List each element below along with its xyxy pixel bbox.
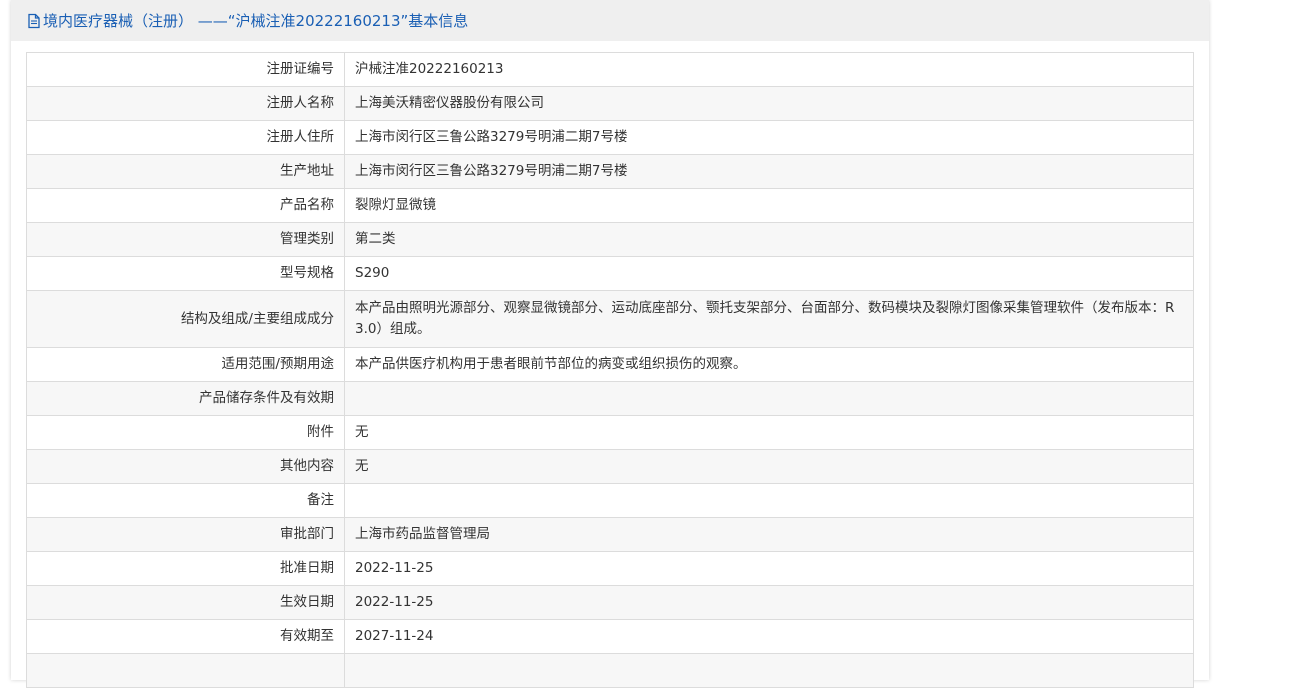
- info-table: 注册证编号 沪械注准20222160213 注册人名称 上海美沃精密仪器股份有限…: [26, 52, 1194, 688]
- table-row: 批准日期 2022-11-25: [26, 551, 1194, 586]
- table-row: [26, 653, 1194, 688]
- row-label: 产品储存条件及有效期: [26, 381, 345, 416]
- row-label: 产品名称: [26, 188, 345, 223]
- row-label: 生产地址: [26, 154, 345, 189]
- table-row: 生产地址 上海市闵行区三鲁公路3279号明浦二期7号楼: [26, 154, 1194, 189]
- panel-header: 境内医疗器械（注册） ——“沪械注准20222160213”基本信息: [11, 0, 1209, 41]
- row-value: 第二类: [344, 222, 1194, 257]
- row-label: 注册人住所: [26, 120, 345, 155]
- row-value: 上海美沃精密仪器股份有限公司: [344, 86, 1194, 121]
- row-label: 有效期至: [26, 619, 345, 654]
- row-value: 沪械注准20222160213: [344, 52, 1194, 87]
- row-value: 裂隙灯显微镜: [344, 188, 1194, 223]
- info-panel: 境内医疗器械（注册） ——“沪械注准20222160213”基本信息 注册证编号…: [11, 0, 1209, 688]
- row-value: [344, 653, 1194, 688]
- row-value: S290: [344, 256, 1194, 291]
- row-label: 备注: [26, 483, 345, 518]
- table-row: 注册人名称 上海美沃精密仪器股份有限公司: [26, 86, 1194, 121]
- row-label: 审批部门: [26, 517, 345, 552]
- row-value: 2022-11-25: [344, 551, 1194, 586]
- row-label: 适用范围/预期用途: [26, 347, 345, 382]
- table-row: 产品储存条件及有效期: [26, 381, 1194, 416]
- table-row: 管理类别 第二类: [26, 222, 1194, 257]
- row-label: 批准日期: [26, 551, 345, 586]
- row-label: 生效日期: [26, 585, 345, 620]
- row-value: 无: [344, 415, 1194, 450]
- row-label: 附件: [26, 415, 345, 450]
- table-row: 其他内容 无: [26, 449, 1194, 484]
- document-icon: [27, 13, 41, 29]
- row-value: 上海市闵行区三鲁公路3279号明浦二期7号楼: [344, 154, 1194, 189]
- table-row: 审批部门 上海市药品监督管理局: [26, 517, 1194, 552]
- row-label: [26, 653, 345, 688]
- table-row: 注册证编号 沪械注准20222160213: [26, 52, 1194, 87]
- row-value: 无: [344, 449, 1194, 484]
- table-row: 附件 无: [26, 415, 1194, 450]
- row-value: 上海市闵行区三鲁公路3279号明浦二期7号楼: [344, 120, 1194, 155]
- row-label: 注册人名称: [26, 86, 345, 121]
- table-row: 注册人住所 上海市闵行区三鲁公路3279号明浦二期7号楼: [26, 120, 1194, 155]
- page-title: 境内医疗器械（注册） ——“沪械注准20222160213”基本信息: [43, 12, 469, 30]
- row-label: 注册证编号: [26, 52, 345, 87]
- row-value: [344, 381, 1194, 416]
- row-label: 结构及组成/主要组成成分: [26, 290, 345, 348]
- row-label: 其他内容: [26, 449, 345, 484]
- table-row: 结构及组成/主要组成成分 本产品由照明光源部分、观察显微镜部分、运动底座部分、颚…: [26, 290, 1194, 348]
- row-value: [344, 483, 1194, 518]
- table-row: 备注: [26, 483, 1194, 518]
- row-value: 2027-11-24: [344, 619, 1194, 654]
- table-row: 有效期至 2027-11-24: [26, 619, 1194, 654]
- row-value: 2022-11-25: [344, 585, 1194, 620]
- table-row: 产品名称 裂隙灯显微镜: [26, 188, 1194, 223]
- row-value: 本产品由照明光源部分、观察显微镜部分、运动底座部分、颚托支架部分、台面部分、数码…: [344, 290, 1194, 348]
- table-row: 型号规格 S290: [26, 256, 1194, 291]
- row-label: 管理类别: [26, 222, 345, 257]
- table-row: 适用范围/预期用途 本产品供医疗机构用于患者眼前节部位的病变或组织损伤的观察。: [26, 347, 1194, 382]
- row-value: 上海市药品监督管理局: [344, 517, 1194, 552]
- row-label: 型号规格: [26, 256, 345, 291]
- row-value: 本产品供医疗机构用于患者眼前节部位的病变或组织损伤的观察。: [344, 347, 1194, 382]
- table-row: 生效日期 2022-11-25: [26, 585, 1194, 620]
